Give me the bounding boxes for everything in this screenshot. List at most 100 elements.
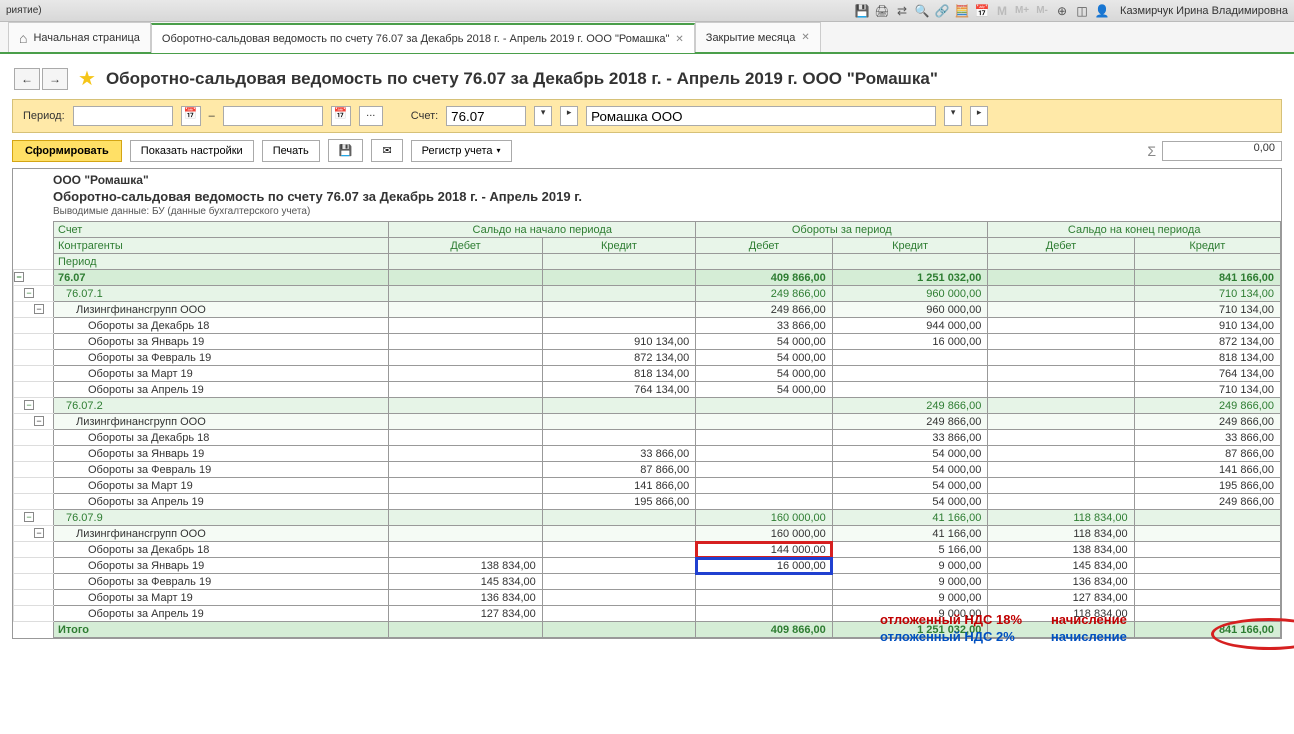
cell bbox=[542, 414, 695, 430]
table-row[interactable]: Обороты за Апрель 19764 134,0054 000,007… bbox=[14, 382, 1281, 398]
row-label: Обороты за Январь 19 bbox=[54, 446, 389, 462]
cell bbox=[1134, 574, 1280, 590]
nav-back-button[interactable]: ← bbox=[14, 68, 40, 90]
account-input[interactable] bbox=[446, 106, 526, 126]
cell: 141 866,00 bbox=[1134, 462, 1280, 478]
calendar-to-button[interactable]: 📅 bbox=[331, 106, 351, 126]
org-dropdown-button[interactable]: ▾ bbox=[944, 106, 962, 126]
table-row[interactable]: Обороты за Февраль 19145 834,009 000,001… bbox=[14, 574, 1281, 590]
app-topbar: риятие) 💾 🖨 ⇄ 🔍 🔗 🧮 📅 M M+ M- ⊕ ◫ 👤 Казм… bbox=[0, 0, 1294, 22]
table-row[interactable]: Обороты за Февраль 19872 134,0054 000,00… bbox=[14, 350, 1281, 366]
tab-home[interactable]: ⌂ Начальная страница bbox=[8, 22, 151, 52]
collapse-icon[interactable]: − bbox=[14, 272, 24, 282]
sigma-icon[interactable]: Σ bbox=[1147, 143, 1156, 159]
row-label: Лизингфинансгрупп ООО bbox=[54, 526, 389, 542]
table-row[interactable]: −Лизингфинансгрупп ООО249 866,00249 866,… bbox=[14, 414, 1281, 430]
row-label: Обороты за Март 19 bbox=[54, 478, 389, 494]
cell bbox=[542, 398, 695, 414]
table-row[interactable]: Обороты за Январь 19138 834,0016 000,009… bbox=[14, 558, 1281, 574]
cell: 764 134,00 bbox=[1134, 366, 1280, 382]
search-icon[interactable]: 🔍 bbox=[914, 3, 930, 19]
nav-fwd-button[interactable]: → bbox=[42, 68, 68, 90]
table-row[interactable]: Обороты за Февраль 1987 866,0054 000,001… bbox=[14, 462, 1281, 478]
calendar-from-button[interactable]: 📅 bbox=[181, 106, 201, 126]
table-row[interactable]: Обороты за Декабрь 18144 000,005 166,001… bbox=[14, 542, 1281, 558]
save-icon[interactable]: 💾 bbox=[854, 3, 870, 19]
email-button[interactable]: ✉ bbox=[371, 139, 402, 162]
m-icon[interactable]: M bbox=[994, 3, 1010, 19]
zoom-icon[interactable]: ⊕ bbox=[1054, 3, 1070, 19]
cell bbox=[988, 446, 1134, 462]
tab-bar: ⌂ Начальная страница Оборотно-сальдовая … bbox=[0, 22, 1294, 54]
cell bbox=[988, 494, 1134, 510]
cell bbox=[988, 334, 1134, 350]
save-report-button[interactable]: 💾 bbox=[328, 139, 364, 162]
row-label: Обороты за Декабрь 18 bbox=[54, 430, 389, 446]
table-row[interactable]: Обороты за Март 19141 866,0054 000,00195… bbox=[14, 478, 1281, 494]
m-minus-icon[interactable]: M- bbox=[1034, 3, 1050, 19]
collapse-icon[interactable]: − bbox=[24, 400, 34, 410]
close-icon[interactable]: ✕ bbox=[675, 34, 683, 45]
table-row[interactable]: −76.07.2249 866,00249 866,00 bbox=[14, 398, 1281, 414]
org-select-button[interactable]: ▸ bbox=[970, 106, 988, 126]
collapse-icon[interactable]: − bbox=[34, 304, 44, 314]
m-plus-icon[interactable]: M+ bbox=[1014, 3, 1030, 19]
tab-month-close[interactable]: Закрытие месяца ✕ bbox=[695, 22, 821, 52]
table-row[interactable]: Обороты за Декабрь 1833 866,0033 866,00 bbox=[14, 430, 1281, 446]
table-row[interactable]: Обороты за Март 19818 134,0054 000,00764… bbox=[14, 366, 1281, 382]
table-row[interactable]: −76.07409 866,001 251 032,00841 166,00 bbox=[14, 270, 1281, 286]
period-from-input[interactable] bbox=[73, 106, 173, 126]
table-row[interactable]: Обороты за Январь 1933 866,0054 000,0087… bbox=[14, 446, 1281, 462]
close-icon[interactable]: ✕ bbox=[801, 32, 809, 43]
calc-icon[interactable]: 🧮 bbox=[954, 3, 970, 19]
home-icon: ⌂ bbox=[19, 30, 27, 46]
table-row[interactable]: Обороты за Март 19136 834,009 000,00127 … bbox=[14, 590, 1281, 606]
print-icon[interactable]: 🖨 bbox=[874, 3, 890, 19]
user-name: Казмирчук Ирина Владимировна bbox=[1120, 5, 1288, 17]
cell bbox=[389, 318, 542, 334]
link-icon[interactable]: 🔗 bbox=[934, 3, 950, 19]
cell bbox=[389, 398, 542, 414]
table-row[interactable]: Обороты за Апрель 19195 866,0054 000,002… bbox=[14, 494, 1281, 510]
table-row[interactable]: −76.07.1249 866,00960 000,00710 134,00 bbox=[14, 286, 1281, 302]
collapse-icon[interactable]: − bbox=[24, 288, 34, 298]
row-label: Обороты за Март 19 bbox=[54, 366, 389, 382]
cell: 249 866,00 bbox=[832, 414, 988, 430]
compare-icon[interactable]: ⇄ bbox=[894, 3, 910, 19]
table-row[interactable]: Обороты за Декабрь 1833 866,00944 000,00… bbox=[14, 318, 1281, 334]
print-button[interactable]: Печать bbox=[262, 140, 320, 162]
generate-button[interactable]: Сформировать bbox=[12, 140, 122, 162]
cell bbox=[389, 350, 542, 366]
table-row[interactable]: Обороты за Январь 19910 134,0054 000,001… bbox=[14, 334, 1281, 350]
panel-icon[interactable]: ◫ bbox=[1074, 3, 1090, 19]
organization-input[interactable] bbox=[586, 106, 936, 126]
cell bbox=[389, 494, 542, 510]
collapse-icon[interactable]: − bbox=[24, 512, 34, 522]
cell: 710 134,00 bbox=[1134, 286, 1280, 302]
cell: 54 000,00 bbox=[832, 462, 988, 478]
register-button[interactable]: Регистр учета▾ bbox=[411, 140, 512, 162]
cell: 136 834,00 bbox=[988, 574, 1134, 590]
show-settings-button[interactable]: Показать настройки bbox=[130, 140, 254, 162]
cell bbox=[389, 286, 542, 302]
favorite-star-icon[interactable]: ★ bbox=[78, 66, 96, 91]
col-debit: Дебет bbox=[389, 238, 542, 254]
table-row[interactable]: −Лизингфинансгрупп ООО160 000,0041 166,0… bbox=[14, 526, 1281, 542]
collapse-icon[interactable]: − bbox=[34, 528, 44, 538]
report-table: Счет Сальдо на начало периода Обороты за… bbox=[13, 221, 1281, 638]
table-row[interactable]: −76.07.9160 000,0041 166,00118 834,00 bbox=[14, 510, 1281, 526]
table-row[interactable]: −Лизингфинансгрупп ООО249 866,00960 000,… bbox=[14, 302, 1281, 318]
cell: 9 000,00 bbox=[832, 558, 988, 574]
cell bbox=[1134, 558, 1280, 574]
account-dropdown-button[interactable]: ▾ bbox=[534, 106, 552, 126]
collapse-icon[interactable]: − bbox=[34, 416, 44, 426]
tab-report[interactable]: Оборотно-сальдовая ведомость по счету 76… bbox=[151, 23, 695, 53]
period-label: Период: bbox=[23, 110, 65, 122]
calendar-icon[interactable]: 📅 bbox=[974, 3, 990, 19]
row-label: Обороты за Январь 19 bbox=[54, 558, 389, 574]
account-select-button[interactable]: ▸ bbox=[560, 106, 578, 126]
period-picker-button[interactable]: ... bbox=[359, 106, 383, 126]
cell bbox=[542, 270, 695, 286]
period-to-input[interactable] bbox=[223, 106, 323, 126]
cell: 9 000,00 bbox=[832, 574, 988, 590]
